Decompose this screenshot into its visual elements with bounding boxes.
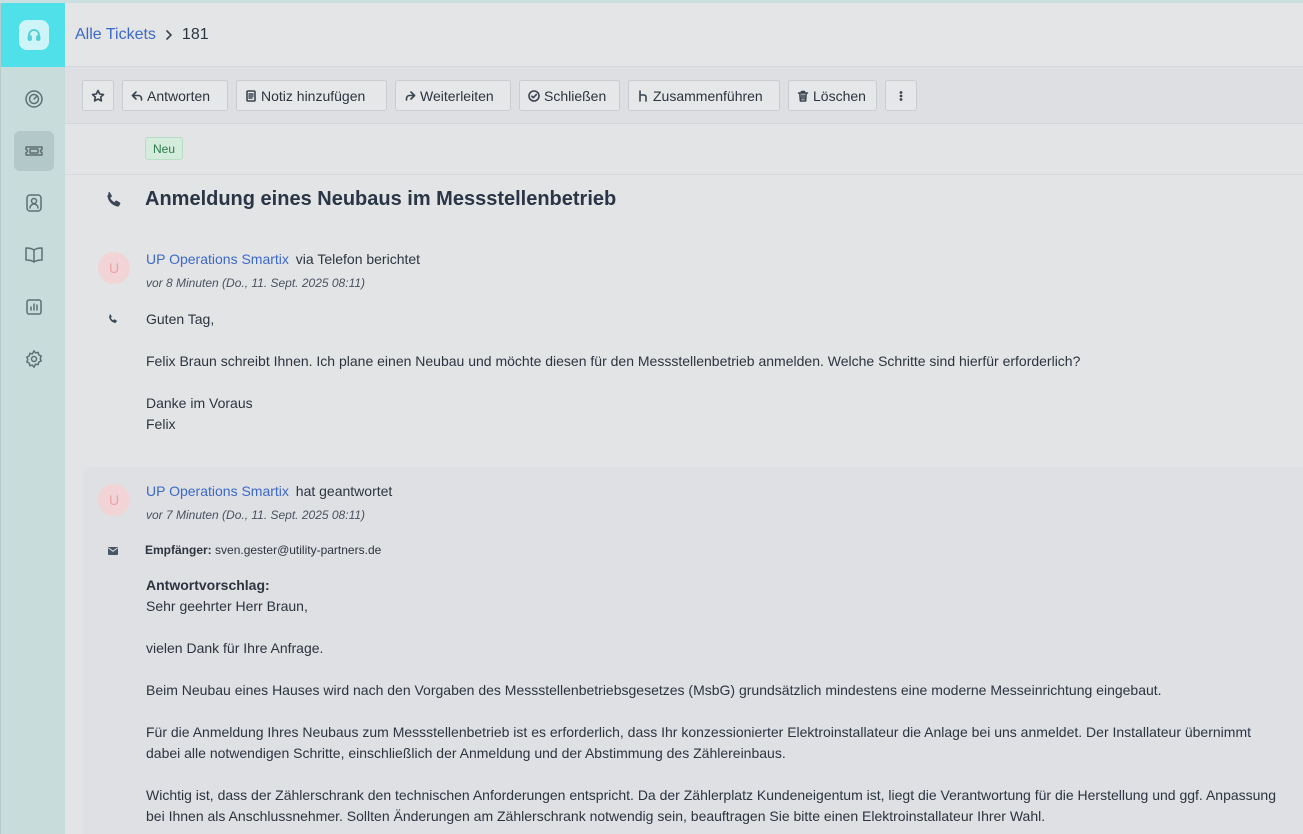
reply-heading: Antwortvorschlag: (146, 577, 270, 593)
bar-chart-icon (26, 299, 42, 315)
breadcrumb-ticket-id: 181 (181, 25, 209, 43)
message-timestamp: vor 8 Minuten (Do., 11. Sept. 2025 08:11… (146, 276, 366, 290)
more-vertical-icon (899, 90, 903, 101)
star-button[interactable] (82, 80, 114, 111)
more-options-button[interactable] (885, 80, 917, 111)
reply-icon (131, 90, 143, 101)
recipient-line: Empfänger: sven.gester@utility-partners.… (145, 543, 381, 557)
sidebar (0, 3, 66, 834)
trash-icon (797, 90, 809, 102)
gear-icon (26, 350, 42, 368)
breadcrumb: Alle Tickets 181 (65, 3, 1303, 67)
author-action: via Telefon berichtet (295, 251, 421, 267)
headset-logo-icon (18, 20, 49, 50)
forward-icon (405, 90, 416, 101)
ticket-icon (25, 146, 43, 156)
merge-button-label: Zusammenführen (653, 87, 763, 104)
message-text: Felix Braun schreibt Ihnen. Ich plane ei… (146, 353, 1081, 369)
author-link[interactable]: UP Operations Smartix (146, 483, 289, 499)
reply-paragraph: Für die Anmeldung Ihres Neubaus zum Mess… (146, 724, 1251, 761)
sidebar-item-dashboard[interactable] (14, 79, 54, 119)
star-icon (91, 89, 105, 102)
delete-button[interactable]: Löschen (788, 80, 877, 111)
forward-button-label: Weiterleiten (420, 87, 494, 104)
message-greeting: Guten Tag, (146, 311, 215, 327)
reply-salutation: Sehr geehrter Herr Braun, (146, 598, 308, 614)
recipient-label: Empfänger: (145, 543, 212, 557)
mail-icon (108, 547, 118, 555)
app-logo[interactable] (1, 3, 66, 67)
reply-button-label: Antworten (147, 87, 211, 104)
message-body: Guten Tag, Felix Braun schreibt Ihnen. I… (146, 309, 1286, 435)
author-link[interactable]: UP Operations Smartix (146, 251, 289, 267)
breadcrumb-all-tickets-link[interactable]: Alle Tickets (75, 26, 156, 44)
reply-body: Antwortvorschlag: Sehr geehrter Herr Bra… (146, 575, 1286, 827)
reply-paragraph: Wichtig ist, dass der Zählerschrank den … (146, 787, 1276, 824)
sidebar-item-settings[interactable] (14, 339, 54, 379)
message-signature: Felix (146, 416, 176, 432)
merge-button[interactable]: Zusammenführen (628, 80, 780, 111)
phone-icon (109, 314, 117, 323)
delete-button-label: Löschen (813, 87, 866, 104)
phone-icon (107, 192, 121, 207)
status-badge: Neu (145, 137, 184, 160)
avatar: U (98, 484, 130, 516)
message-author-line: UP Operations Smartix via Telefon berich… (146, 251, 420, 267)
reply-paragraph: Beim Neubau eines Hauses wird nach den V… (146, 682, 1162, 698)
add-note-button[interactable]: Notiz hinzufügen (236, 80, 387, 111)
forward-button[interactable]: Weiterleiten (395, 80, 511, 111)
recipient-email: sven.gester@utility-partners.de (215, 543, 382, 557)
reply-paragraph: vielen Dank für Ihre Anfrage. (146, 640, 324, 656)
close-ticket-button-label: Schließen (544, 87, 607, 104)
sidebar-item-reports[interactable] (14, 287, 54, 327)
reply-button[interactable]: Antworten (122, 80, 228, 111)
message-closing: Danke im Voraus (146, 395, 253, 411)
merge-icon (639, 89, 647, 102)
check-circle-icon (528, 89, 540, 102)
ticket-toolbar: Antworten Notiz hinzufügen Weiterleiten … (65, 67, 1303, 124)
sidebar-item-contacts[interactable] (14, 183, 54, 223)
close-ticket-button[interactable]: Schließen (519, 80, 620, 111)
add-note-button-label: Notiz hinzufügen (261, 87, 366, 104)
message-timestamp: vor 7 Minuten (Do., 11. Sept. 2025 08:11… (146, 508, 366, 522)
sidebar-item-tickets[interactable] (14, 131, 54, 171)
author-action: hat geantwortet (295, 483, 393, 499)
sidebar-item-knowledge-base[interactable] (14, 235, 54, 275)
book-icon (25, 247, 43, 263)
dashboard-gauge-icon (25, 90, 43, 108)
avatar: U (98, 252, 130, 284)
divider (65, 174, 1303, 175)
note-icon (246, 89, 256, 102)
message-author-line: UP Operations Smartix hat geantwortet (146, 483, 392, 499)
ticket-title: Anmeldung eines Neubaus im Messstellenbe… (145, 188, 617, 210)
chevron-right-icon (165, 27, 173, 43)
contact-icon (26, 194, 42, 212)
